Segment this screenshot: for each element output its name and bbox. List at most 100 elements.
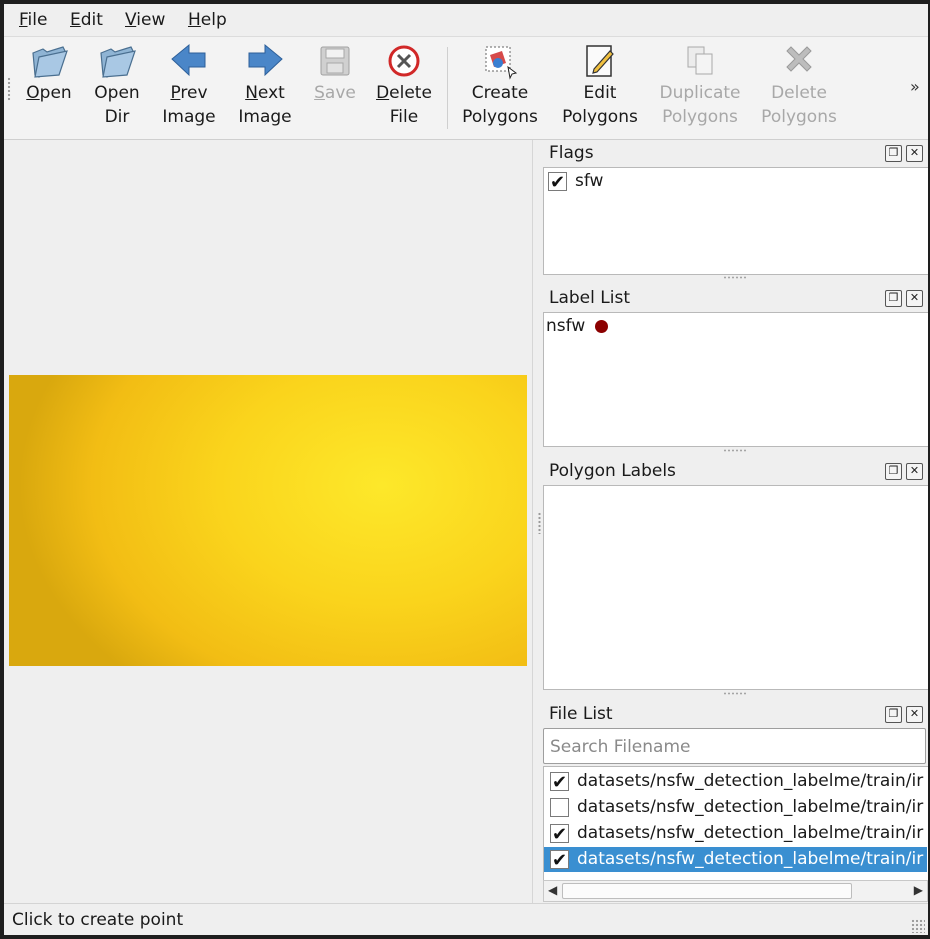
dock-resize-handle[interactable]: [723, 276, 747, 279]
label-color-dot: [594, 319, 608, 333]
delete-polygons-button[interactable]: Delete Polygons: [756, 41, 842, 129]
file-list-item-selected[interactable]: datasets/nsfw_detection_labelme/train/ir: [544, 847, 927, 872]
arrow-right-icon: [245, 41, 285, 81]
create-polygons-button[interactable]: Create Polygons: [457, 41, 543, 129]
file-name: datasets/nsfw_detection_labelme/train/ir: [577, 771, 924, 791]
save-button[interactable]: Save: [308, 41, 362, 105]
menu-file-label: ile: [27, 10, 48, 30]
file-checkbox[interactable]: [550, 848, 569, 872]
main-toolbar: Open Open Dir PrevImage NextImage Save: [4, 36, 928, 140]
file-checkbox[interactable]: [550, 822, 569, 846]
copy-icon: [680, 41, 720, 81]
next-image-label: Next Image: [238, 83, 292, 127]
polygon-labels-dock-title: Polygon Labels: [549, 461, 676, 481]
create-polygons-label: Create Polygons: [462, 83, 538, 127]
file-list-dock-buttons: ❐ ✕: [885, 706, 925, 724]
file-list-item[interactable]: datasets/nsfw_detection_labelme/train/ir: [544, 795, 927, 820]
close-icon[interactable]: ✕: [906, 290, 923, 307]
menu-edit-mnemonic: E: [70, 10, 81, 30]
label-list-panel: nsfw: [543, 312, 928, 447]
cross-icon: [779, 41, 819, 81]
flag-checkbox[interactable]: [548, 170, 567, 195]
dock-resize-handle[interactable]: [723, 692, 747, 695]
polygon-labels-panel[interactable]: [543, 485, 928, 690]
search-filename-input[interactable]: [548, 731, 912, 763]
status-message: Click to create point: [12, 910, 184, 930]
file-list-panel: datasets/nsfw_detection_labelme/train/ir…: [543, 766, 928, 881]
close-icon[interactable]: ✕: [906, 463, 923, 480]
open-button[interactable]: Open: [22, 41, 76, 105]
toolbar-extension-button[interactable]: »: [910, 77, 920, 96]
flags-dock-buttons: ❐ ✕: [885, 145, 925, 163]
flag-item[interactable]: sfw: [548, 169, 604, 195]
size-grip[interactable]: [911, 919, 925, 933]
duplicate-polygons-button[interactable]: Duplicate Polygons: [655, 41, 745, 129]
file-name: datasets/nsfw_detection_labelme/train/ir: [577, 823, 924, 843]
folder-open-icon: [97, 41, 137, 81]
dock-resize-handle[interactable]: [723, 449, 747, 452]
menu-view-mnemonic: V: [125, 10, 137, 30]
menu-bar: File Edit View Help: [4, 4, 928, 36]
menu-view-label: iew: [136, 10, 166, 30]
scroll-right-icon[interactable]: ▶: [914, 883, 923, 897]
menu-file-mnemonic: F: [19, 10, 28, 30]
splitter-handle[interactable]: [538, 512, 541, 534]
file-name: datasets/nsfw_detection_labelme/train/ir: [577, 797, 924, 817]
menu-help[interactable]: Help: [184, 8, 231, 32]
file-name: datasets/nsfw_detection_labelme/train/ir: [577, 849, 924, 869]
next-image-button[interactable]: Next Image: [233, 41, 297, 129]
polygon-labels-dock-buttons: ❐ ✕: [885, 463, 925, 481]
create-polygon-icon: [480, 41, 520, 81]
label-list-dock-buttons: ❐ ✕: [885, 290, 925, 308]
open-dir-label: Open Dir: [94, 83, 140, 127]
status-bar: Click to create point: [4, 903, 928, 935]
scrollbar-thumb[interactable]: [562, 883, 852, 899]
file-list-dock-title: File List: [549, 704, 613, 724]
save-icon: [315, 41, 355, 81]
file-list-horizontal-scrollbar[interactable]: ◀ ▶: [543, 880, 928, 902]
menu-edit[interactable]: Edit: [66, 8, 107, 32]
image-canvas[interactable]: [4, 140, 533, 903]
edit-polygons-label: Edit Polygons: [562, 83, 638, 127]
delete-polygons-label: Delete Polygons: [761, 83, 837, 127]
open-label: Open: [26, 83, 72, 103]
menu-edit-label: dit: [80, 10, 103, 30]
duplicate-polygons-label: Duplicate Polygons: [659, 83, 741, 127]
flags-dock-title: Flags: [549, 143, 594, 163]
arrow-left-icon: [169, 41, 209, 81]
flag-label: sfw: [575, 171, 604, 191]
restore-icon[interactable]: ❐: [885, 290, 902, 307]
restore-icon[interactable]: ❐: [885, 463, 902, 480]
menu-file[interactable]: File: [15, 8, 51, 32]
file-list-item[interactable]: datasets/nsfw_detection_labelme/train/ir: [544, 821, 927, 846]
edit-pencil-icon: [580, 41, 620, 81]
menu-help-mnemonic: H: [188, 10, 201, 30]
toolbar-grip[interactable]: [7, 77, 11, 101]
menu-view[interactable]: View: [121, 8, 169, 32]
delete-file-button[interactable]: Delete File: [372, 41, 436, 129]
file-checkbox[interactable]: [550, 797, 569, 817]
label-list-item[interactable]: nsfw: [546, 314, 608, 339]
toolbar-separator: [447, 47, 448, 129]
close-icon[interactable]: ✕: [906, 706, 923, 723]
prev-image-button[interactable]: Prev Image: [157, 41, 221, 129]
file-list-item[interactable]: datasets/nsfw_detection_labelme/train/ir: [544, 769, 927, 794]
label-list-dock-title: Label List: [549, 288, 630, 308]
prev-image-label: Prev Image: [162, 83, 216, 127]
label-name: nsfw: [546, 316, 586, 336]
open-dir-button[interactable]: Open Dir: [90, 41, 144, 129]
delete-circle-icon: [384, 41, 424, 81]
folder-open-icon: [29, 41, 69, 81]
loaded-image[interactable]: [9, 375, 527, 666]
flags-panel: sfw: [543, 167, 928, 275]
file-search-box: [543, 728, 926, 764]
menu-help-label: elp: [200, 10, 227, 30]
app-window: File Edit View Help Open Open Dir Prev Im…: [4, 4, 928, 935]
file-checkbox[interactable]: [550, 770, 569, 794]
edit-polygons-button[interactable]: Edit Polygons: [557, 41, 643, 129]
restore-icon[interactable]: ❐: [885, 706, 902, 723]
close-icon[interactable]: ✕: [906, 145, 923, 162]
restore-icon[interactable]: ❐: [885, 145, 902, 162]
save-label: Save: [314, 83, 356, 103]
scroll-left-icon[interactable]: ◀: [548, 883, 557, 897]
